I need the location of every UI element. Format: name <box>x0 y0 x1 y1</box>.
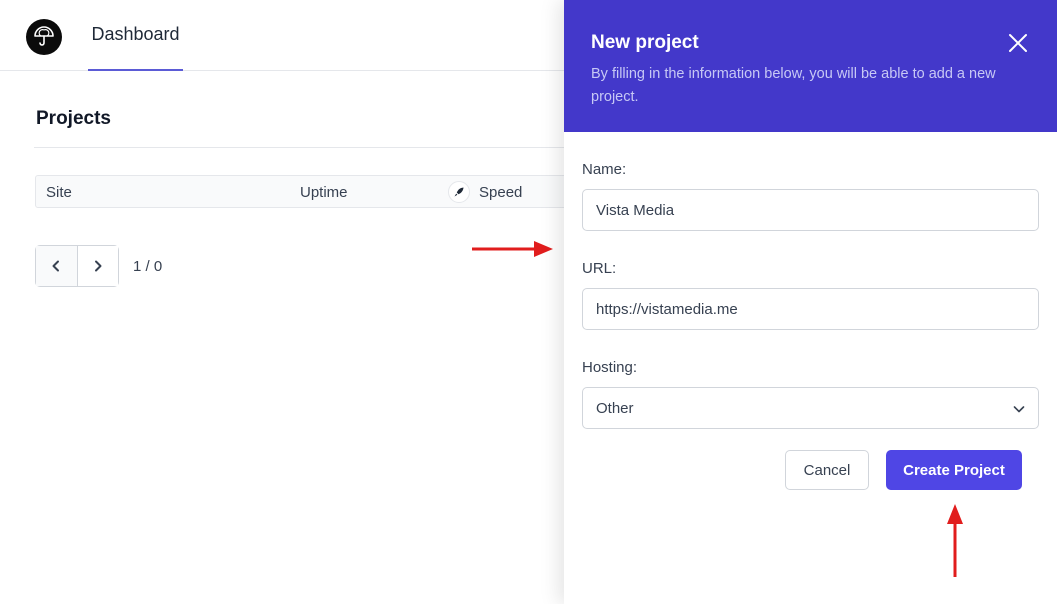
hosting-select[interactable]: Other <box>582 387 1039 429</box>
tab-dashboard[interactable]: Dashboard <box>88 0 183 71</box>
chevron-down-icon <box>1013 406 1025 413</box>
panel-header: New project By filling in the informatio… <box>564 0 1057 132</box>
create-project-button[interactable]: Create Project <box>886 450 1022 490</box>
next-page-button[interactable] <box>76 246 118 286</box>
umbrella-icon[interactable] <box>26 19 62 55</box>
panel-title: New project <box>591 32 699 53</box>
rocket-icon <box>448 181 470 203</box>
table-header: Site Uptime Speed <box>35 175 595 208</box>
previous-page-button[interactable] <box>36 246 77 286</box>
new-project-panel: New project By filling in the informatio… <box>564 0 1057 604</box>
page-indicator: 1 / 0 <box>133 258 163 275</box>
column-header-site[interactable]: Site <box>46 184 72 201</box>
annotation-arrow-up-icon <box>947 504 963 577</box>
page-title: Projects <box>36 108 111 129</box>
divider <box>34 147 594 148</box>
column-header-speed[interactable]: Speed <box>479 184 522 201</box>
name-field[interactable]: Vista Media <box>582 189 1039 231</box>
chevron-right-icon <box>94 260 102 272</box>
url-label: URL: <box>582 260 617 277</box>
app-root: Dashboard Projects Site Uptime Speed 1 /… <box>0 0 1057 604</box>
pagination <box>35 245 119 287</box>
column-header-uptime[interactable]: Uptime <box>300 184 348 201</box>
panel-description: By filling in the information below, you… <box>591 66 996 105</box>
cancel-button[interactable]: Cancel <box>785 450 869 490</box>
url-field[interactable]: https://vistamedia.me <box>582 288 1039 330</box>
hosting-selected-value: Other <box>596 399 634 417</box>
chevron-left-icon <box>52 260 60 272</box>
hosting-label: Hosting: <box>582 359 638 376</box>
annotation-arrow-right-icon <box>472 241 553 257</box>
name-label: Name: <box>582 161 627 178</box>
close-icon[interactable] <box>1007 32 1029 54</box>
